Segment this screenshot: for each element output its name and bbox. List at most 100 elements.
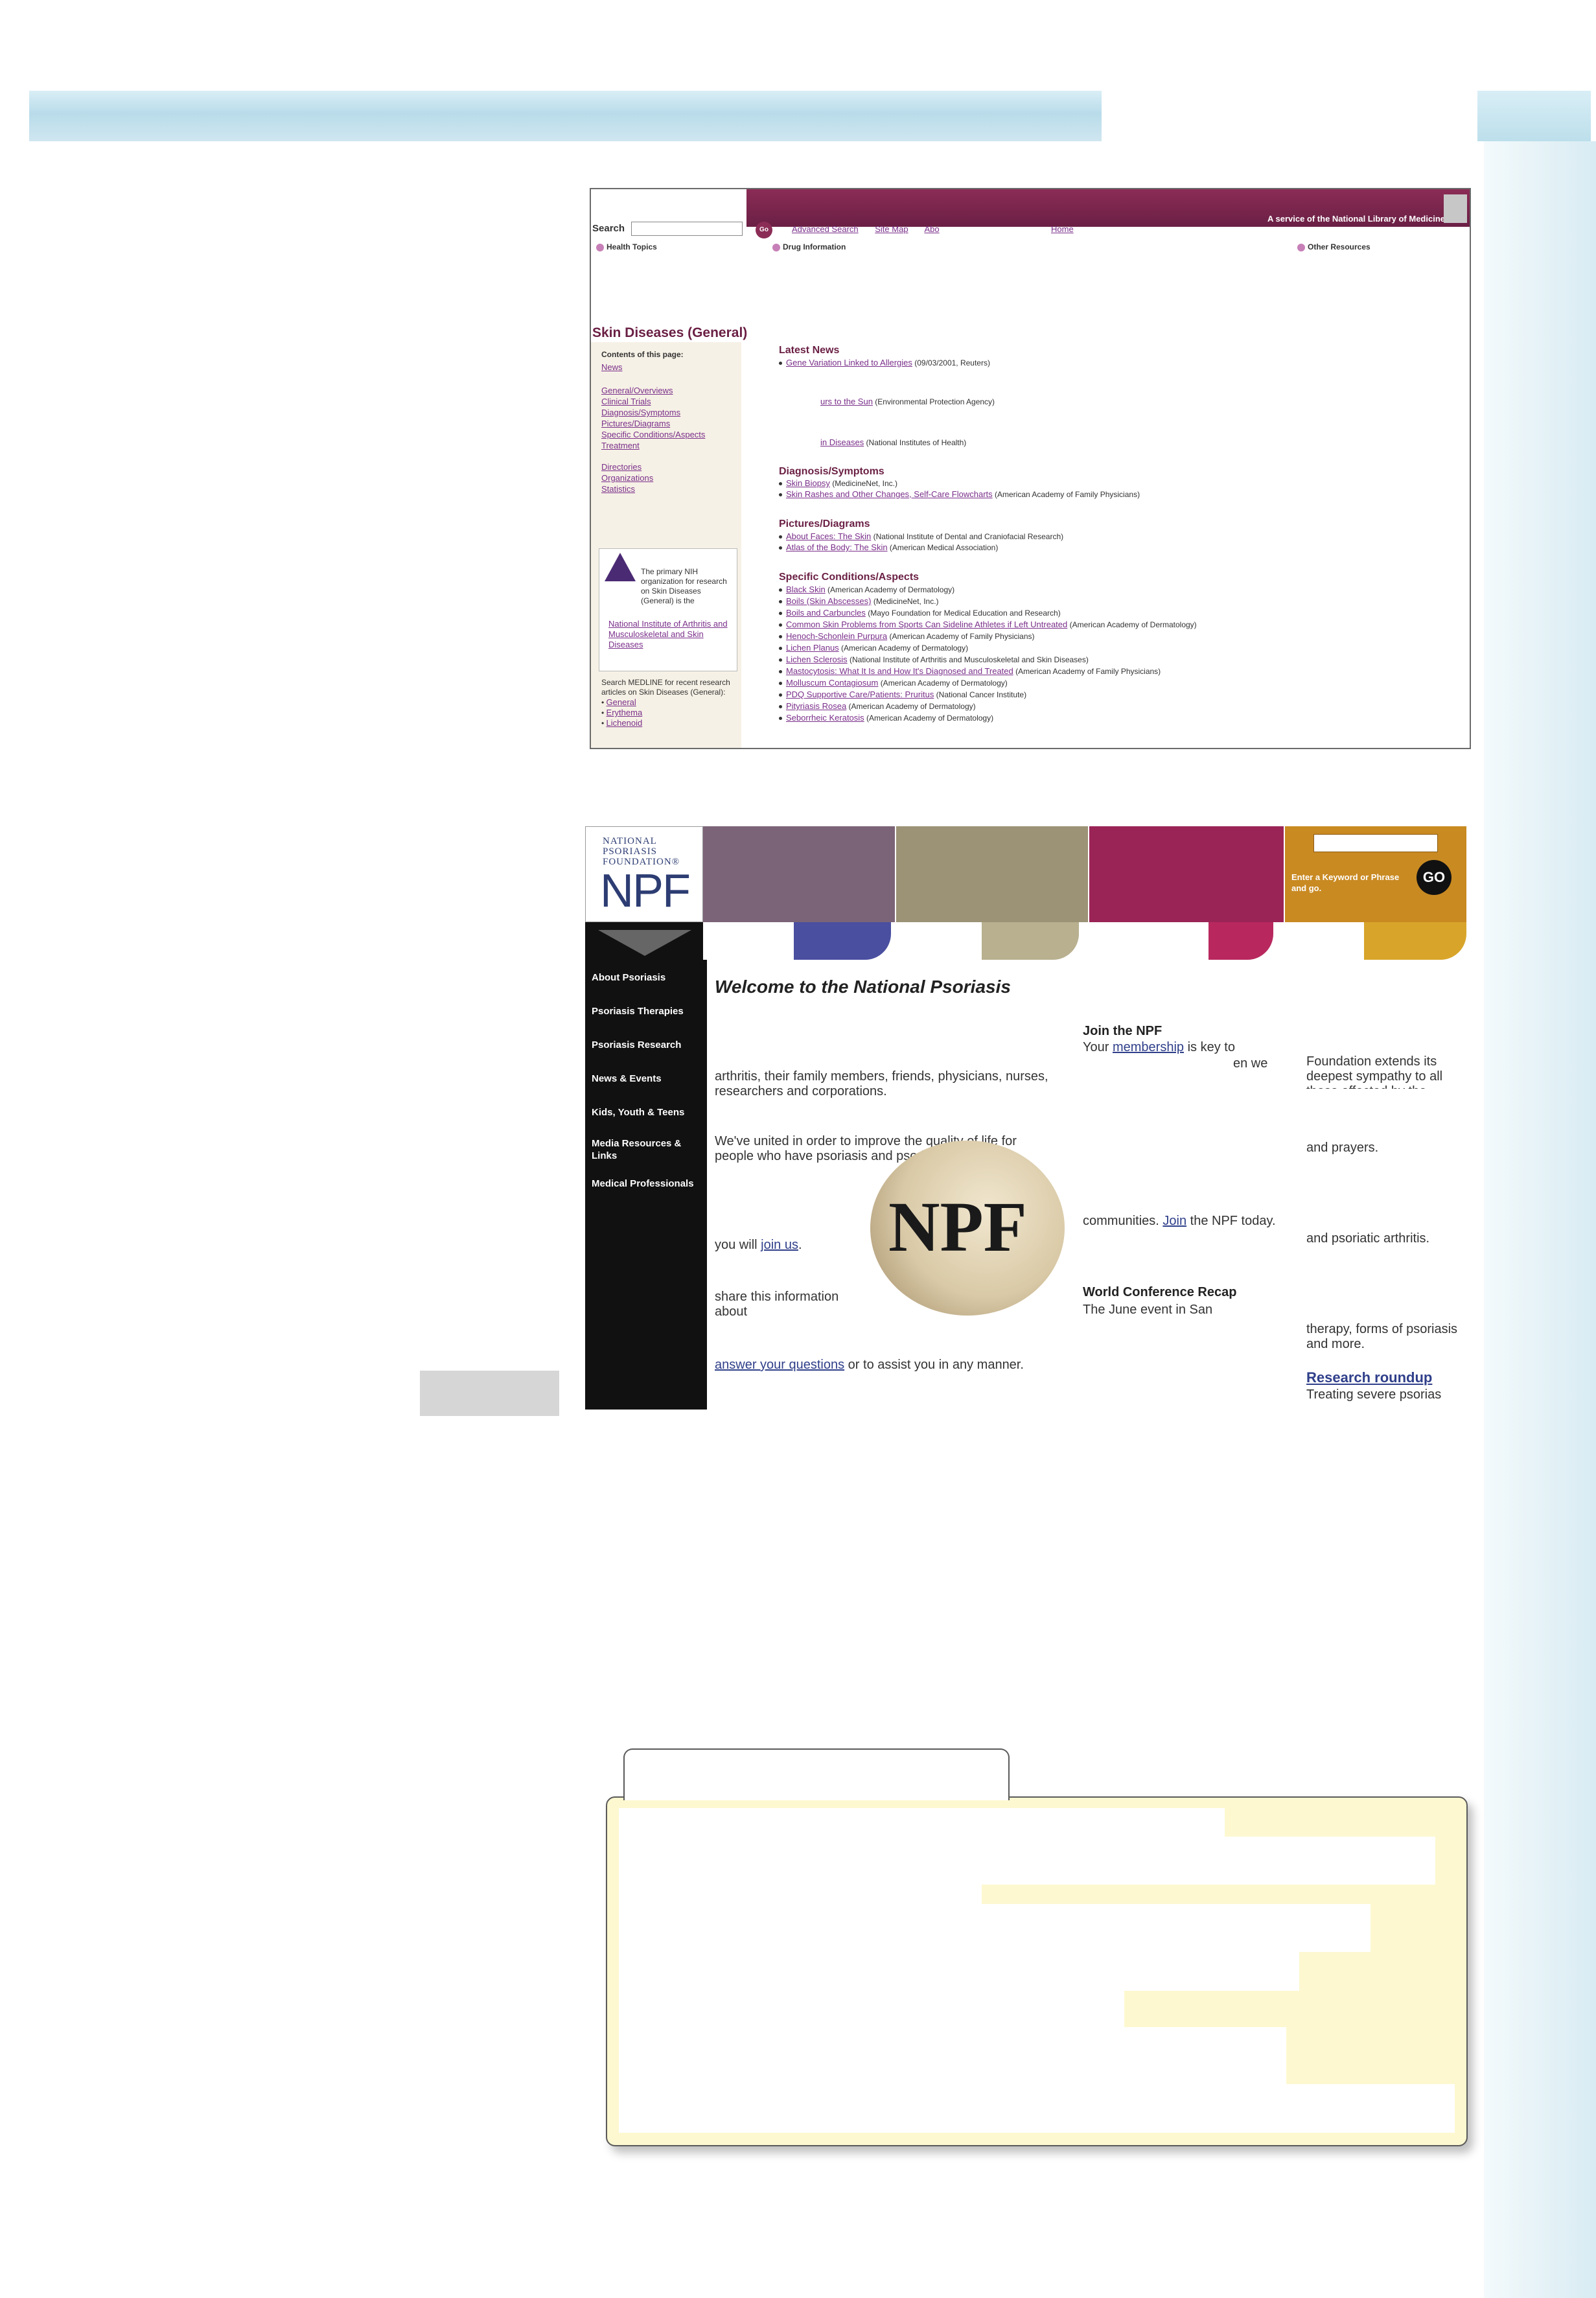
redaction <box>1304 1089 1466 1137</box>
nlm-logo-icon <box>1444 194 1467 223</box>
list-item: Skin Rashes and Other Changes, Self-Care… <box>779 489 1140 499</box>
tab-bullet-icon <box>596 243 604 251</box>
about-link[interactable]: Abo <box>924 224 939 234</box>
join-us-link[interactable]: join us <box>761 1238 798 1252</box>
redaction <box>1304 1248 1466 1319</box>
strip-segment-pink[interactable] <box>1209 922 1273 960</box>
color-block-purple[interactable] <box>703 826 895 922</box>
side-link[interactable]: Treatment <box>601 440 705 451</box>
redaction <box>1065 1076 1304 1205</box>
tab-drug-information[interactable]: Drug Information <box>772 242 846 251</box>
medlineplus-screenshot: A service of the National Library of Med… <box>590 188 1471 749</box>
go-button[interactable]: GO <box>1417 860 1451 895</box>
npf-left-nav: About Psoriasis Psoriasis Therapies Psor… <box>585 960 707 1410</box>
membership-link[interactable]: membership <box>1113 1040 1184 1054</box>
strip-segment <box>703 922 794 960</box>
join-text-3: communities. Join the NPF today. <box>1083 1214 1276 1228</box>
medline-banner-text: A service of the National Library of Med… <box>1267 214 1445 224</box>
side-link[interactable]: Organizations <box>601 472 653 483</box>
medline-link[interactable]: Lichenoid <box>607 718 643 728</box>
list-item: Lichen Sclerosis (National Institute of … <box>779 655 1089 664</box>
strip-segment-blue[interactable] <box>794 922 891 960</box>
side-links-directories: Directories Organizations Statistics <box>601 461 653 494</box>
home-link[interactable]: Home <box>1051 224 1074 234</box>
side-link[interactable]: General/Overviews <box>601 385 705 396</box>
research-roundup-link[interactable]: Research roundup <box>1306 1369 1432 1386</box>
list-item: PDQ Supportive Care/Patients: Pruritus (… <box>779 690 1026 699</box>
list-item: Seborrheic Keratosis (American Academy o… <box>779 713 993 723</box>
section-heading-news: Latest News <box>779 345 840 356</box>
keyword-input[interactable] <box>1313 834 1438 852</box>
redaction <box>707 1176 862 1235</box>
redaction <box>707 1267 862 1286</box>
color-block-magenta[interactable] <box>1089 826 1284 922</box>
site-map-link[interactable]: Site Map <box>875 224 908 234</box>
search-input[interactable] <box>631 222 743 236</box>
strip-segment-yellow[interactable] <box>1364 922 1466 960</box>
conference-text: The June event in San <box>1083 1303 1213 1317</box>
nav-psoriasis-research[interactable]: Psoriasis Research <box>592 1039 706 1051</box>
medline-top-links: Advanced Search Site Map Abo <box>792 224 954 234</box>
list-item: Boils (Skin Abscesses) (MedicineNet, Inc… <box>779 596 939 606</box>
side-link[interactable]: Diagnosis/Symptoms <box>601 407 705 418</box>
side-link[interactable]: Statistics <box>601 483 653 494</box>
join-link[interactable]: Join <box>1162 1214 1186 1228</box>
list-item: Lichen Planus (American Academy of Derma… <box>779 643 968 653</box>
tab-health-topics[interactable]: Health Topics <box>596 242 657 251</box>
side-link[interactable]: Pictures/Diagrams <box>601 418 705 429</box>
redaction <box>619 1837 1435 1885</box>
npf-speaker-photo: NPF <box>870 1141 1065 1316</box>
section-heading-diagnosis: Diagnosis/Symptoms <box>779 466 885 477</box>
nih-box: The primary NIH organization for researc… <box>599 548 737 671</box>
list-item: Common Skin Problems from Sports Can Sid… <box>779 620 1197 629</box>
redaction <box>1304 988 1466 1050</box>
nav-news-events[interactable]: News & Events <box>592 1073 706 1085</box>
prayers-text: and prayers. <box>1306 1141 1379 1155</box>
npf-logo-letters: NPF <box>600 865 691 917</box>
nav-media-resources[interactable]: Media Resources & Links <box>592 1137 706 1162</box>
list-item: in Diseases (National Institutes of Heal… <box>820 437 967 447</box>
nav-psoriasis-therapies[interactable]: Psoriasis Therapies <box>592 1005 706 1017</box>
npf-logo-name: NATIONAL PSORIASIS FOUNDATION® <box>603 836 680 867</box>
go-button[interactable]: Go <box>756 222 772 238</box>
photo-banner-text: NPF <box>888 1187 1027 1266</box>
page-margin-strip <box>1484 141 1596 2298</box>
medline-link[interactable]: Erythema <box>607 708 643 717</box>
gray-label-block <box>420 1371 559 1416</box>
redaction <box>619 1991 1124 2027</box>
contents-label: Contents of this page: <box>601 350 684 359</box>
npf-logo[interactable]: NATIONAL PSORIASIS FOUNDATION® NPF <box>585 826 703 922</box>
nav-kids-youth-teens[interactable]: Kids, Youth & Teens <box>592 1106 706 1119</box>
medline-link[interactable]: General <box>607 697 636 707</box>
header-band-right <box>1477 91 1591 141</box>
redaction <box>619 1904 1370 1952</box>
side-link[interactable]: Clinical Trials <box>601 396 705 407</box>
side-link[interactable]: Specific Conditions/Aspects <box>601 429 705 440</box>
page-title: Skin Diseases (General) <box>592 325 748 340</box>
side-links-topics: General/Overviews Clinical Trials Diagno… <box>601 385 705 451</box>
strip-segment <box>1079 922 1209 960</box>
color-block-khaki[interactable] <box>896 826 1088 922</box>
nav-about-psoriasis[interactable]: About Psoriasis <box>592 971 706 984</box>
side-link-news[interactable]: News <box>601 362 623 373</box>
list-item: Molluscum Contagiosum (American Academy … <box>779 678 1008 688</box>
body-text-1: arthritis, their family members, friends… <box>715 1069 1048 1098</box>
nih-logo-icon <box>605 553 636 581</box>
advanced-search-link[interactable]: Advanced Search <box>792 224 859 234</box>
redaction <box>707 1021 1057 1066</box>
body-text-4: share this information about <box>715 1290 839 1319</box>
tab-other-resources[interactable]: Other Resources <box>1297 242 1370 251</box>
arthritis-text: and psoriatic arthritis. <box>1306 1231 1430 1246</box>
strip-segment-khaki[interactable] <box>982 922 1079 960</box>
list-item: Skin Biopsy (MedicineNet, Inc.) <box>779 478 897 488</box>
search-label: Search <box>592 223 625 234</box>
nav-medical-professionals[interactable]: Medical Professionals <box>592 1178 706 1190</box>
answer-questions-link[interactable]: answer your questions <box>715 1358 844 1372</box>
nih-text: The primary NIH organization for researc… <box>641 567 727 605</box>
redaction <box>619 1952 1299 1991</box>
side-link[interactable]: Directories <box>601 461 653 472</box>
keyword-hint: Enter a Keyword or Phrase and go. <box>1291 872 1400 893</box>
nih-link[interactable]: National Institute of Arthritis and Musc… <box>608 619 732 650</box>
redaction <box>1065 1248 1304 1280</box>
list-item: urs to the Sun (Environmental Protection… <box>820 397 995 406</box>
